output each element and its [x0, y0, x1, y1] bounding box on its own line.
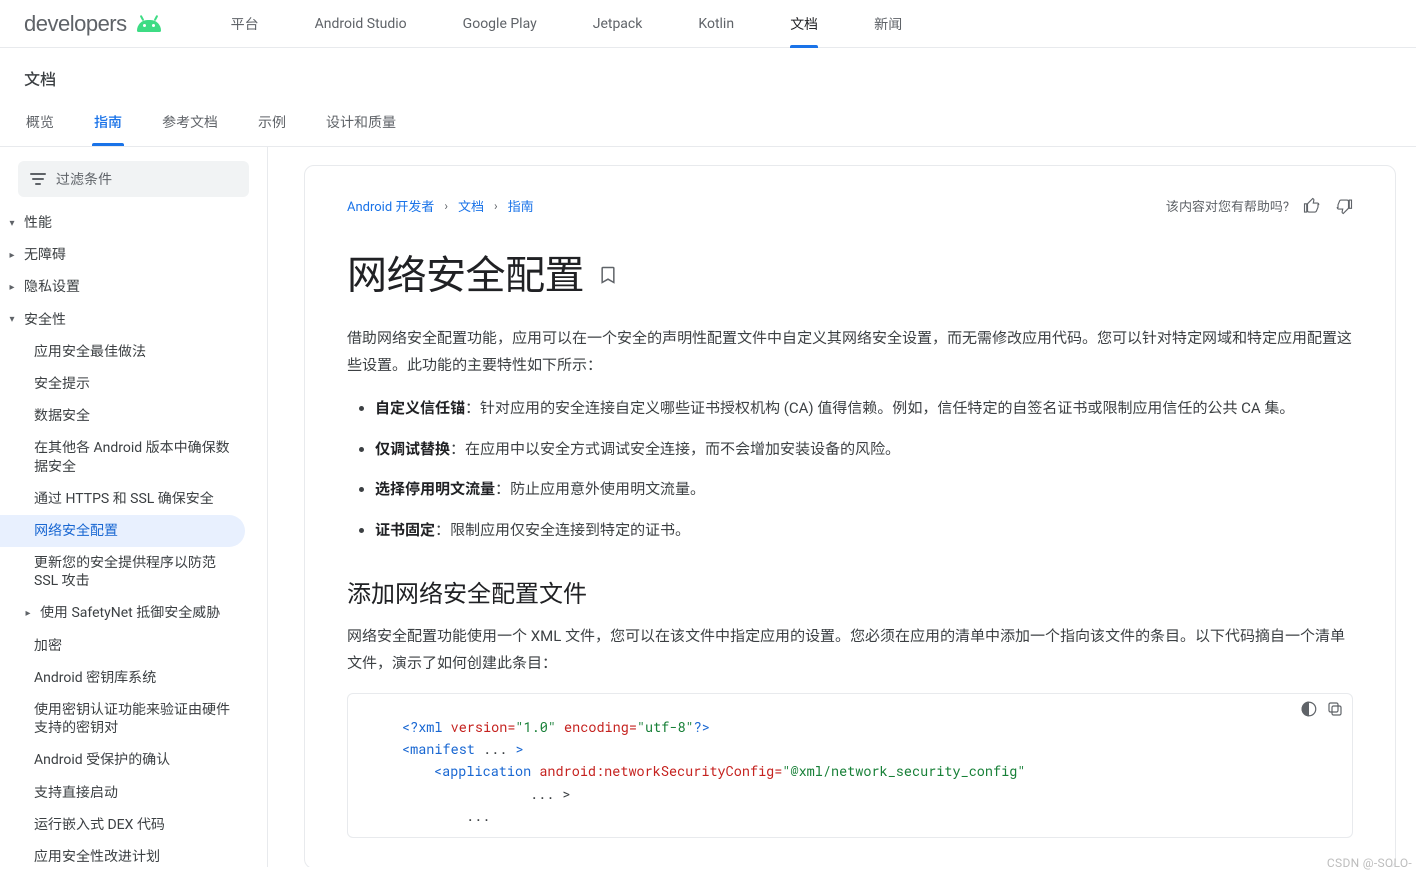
- code-line: ...: [402, 805, 1298, 827]
- sidebar-item[interactable]: 数据安全: [0, 400, 245, 432]
- feature-list: 自定义信任锚：针对应用的安全连接自定义哪些证书授权机构 (CA) 值得信赖。例如…: [347, 394, 1353, 544]
- topnav-item[interactable]: Jetpack: [565, 0, 671, 48]
- sidebar-item-label: 性能: [24, 214, 52, 232]
- topnav-item[interactable]: 新闻: [846, 0, 930, 48]
- code-line: <application android:networkSecurityConf…: [402, 760, 1298, 782]
- subtab[interactable]: 设计和质量: [324, 100, 398, 146]
- sidebar-item[interactable]: 支持直接启动: [0, 777, 245, 809]
- list-item: 自定义信任锚：针对应用的安全连接自定义哪些证书授权机构 (CA) 值得信赖。例如…: [375, 394, 1353, 423]
- section-paragraph: 网络安全配置功能使用一个 XML 文件，您可以在该文件中指定应用的设置。您必须在…: [347, 623, 1353, 676]
- sidebar-item[interactable]: 安全提示: [0, 368, 245, 400]
- sidebar-item[interactable]: ▾ 安全性: [0, 304, 245, 336]
- brand[interactable]: developers: [24, 11, 163, 37]
- bookmark-icon[interactable]: [598, 249, 618, 296]
- sidebar-item-label: Android 密钥库系统: [34, 669, 156, 687]
- copy-icon[interactable]: [1326, 700, 1344, 724]
- sidebar-item-label: 在其他各 Android 版本中确保数据安全: [34, 439, 231, 475]
- list-item: 仅调试替换：在应用中以安全方式调试安全连接，而不会增加安装设备的风险。: [375, 435, 1353, 464]
- sidebar-item[interactable]: ▸ 无障碍: [0, 239, 245, 271]
- breadcrumb-link[interactable]: 指南: [508, 196, 534, 215]
- sidebar: 过滤条件 ▾ 性能 ▸ 无障碍 ▸ 隐私设置 ▾ 安全性应用安全最佳做法安全提示数据安全在其他…: [0, 147, 268, 867]
- sidebar-item[interactable]: 通过 HTTPS 和 SSL 确保安全: [0, 483, 245, 515]
- chevron-right-icon: ▸: [22, 607, 34, 620]
- filter-placeholder: 过滤条件: [56, 169, 112, 189]
- chevron-right-icon: ›: [494, 199, 498, 213]
- sidebar-item[interactable]: 网络安全配置: [0, 515, 245, 547]
- sidebar-item-label: 通过 HTTPS 和 SSL 确保安全: [34, 490, 214, 508]
- chevron-right-icon: ▸: [6, 249, 18, 262]
- intro-paragraph: 借助网络安全配置功能，应用可以在一个安全的声明性配置文件中自定义其网络安全设置，…: [347, 325, 1353, 378]
- sidebar-item-label: 支持直接启动: [34, 784, 118, 802]
- sidebar-item[interactable]: 更新您的安全提供程序以防范 SSL 攻击: [0, 547, 245, 597]
- subbar-title: 文档: [24, 66, 1392, 90]
- sidebar-item-label: 隐私设置: [24, 278, 80, 296]
- sidebar-item[interactable]: 运行嵌入式 DEX 代码: [0, 809, 245, 841]
- sidebar-item-label: 安全提示: [34, 375, 90, 393]
- topnav-item[interactable]: Android Studio: [287, 0, 435, 48]
- sidebar-item-label: 网络安全配置: [34, 522, 118, 540]
- sidebar-item-label: 使用 SafetyNet 抵御安全威胁: [40, 604, 220, 622]
- list-item: 选择停用明文流量：防止应用意外使用明文流量。: [375, 475, 1353, 504]
- filter-input[interactable]: 过滤条件: [18, 161, 249, 197]
- topnav-item[interactable]: Kotlin: [670, 0, 762, 48]
- sidebar-item[interactable]: 在其他各 Android 版本中确保数据安全: [0, 432, 245, 482]
- code-block: <?xml version="1.0" encoding="utf-8"?> <…: [347, 693, 1353, 838]
- subtab[interactable]: 概览: [24, 100, 56, 146]
- breadcrumb-link[interactable]: Android 开发者: [347, 196, 434, 215]
- theme-toggle-icon[interactable]: [1300, 700, 1318, 724]
- sidebar-item[interactable]: ▸ 使用 SafetyNet 抵御安全威胁: [0, 597, 245, 629]
- chevron-right-icon: ›: [444, 199, 448, 213]
- sidebar-item[interactable]: 应用安全最佳做法: [0, 336, 245, 368]
- code-line: ... >: [402, 783, 1298, 805]
- page-title: 网络安全配置: [347, 243, 1353, 301]
- sidebar-item[interactable]: 应用安全性改进计划: [0, 841, 245, 867]
- list-item: 证书固定：限制应用仅安全连接到特定的证书。: [375, 516, 1353, 545]
- code-line: <manifest ... >: [402, 738, 1298, 760]
- sidebar-item-label: 加密: [34, 637, 62, 655]
- thumbs-up-icon[interactable]: [1303, 197, 1321, 215]
- android-icon: [135, 16, 163, 32]
- sidebar-item[interactable]: 使用密钥认证功能来验证由硬件支持的密钥对: [0, 694, 245, 744]
- content-pane: Android 开发者 › 文档 › 指南 该内容对您有帮助吗? 网络安全配置: [268, 147, 1416, 867]
- topnav-item[interactable]: 文档: [762, 0, 846, 48]
- sidebar-item[interactable]: ▸ 隐私设置: [0, 271, 245, 303]
- sidebar-item-label: 应用安全最佳做法: [34, 343, 146, 361]
- thumbs-down-icon[interactable]: [1335, 197, 1353, 215]
- sidebar-item-label: 应用安全性改进计划: [34, 848, 160, 866]
- watermark: CSDN @-SOLO-: [1327, 856, 1412, 870]
- chevron-down-icon: ▾: [6, 313, 18, 326]
- sidebar-item-label: Android 受保护的确认: [34, 751, 170, 769]
- sidebar-item[interactable]: ▾ 性能: [0, 207, 245, 239]
- section-heading: 添加网络安全配置文件: [347, 574, 1353, 609]
- sidebar-item-label: 使用密钥认证功能来验证由硬件支持的密钥对: [34, 701, 231, 737]
- sub-bar: 文档 概览指南参考文档示例设计和质量: [0, 48, 1416, 147]
- brand-text: developers: [24, 11, 127, 37]
- filter-icon: [30, 173, 46, 185]
- subtab[interactable]: 示例: [256, 100, 288, 146]
- topnav-item[interactable]: Google Play: [435, 0, 565, 48]
- sidebar-item[interactable]: Android 密钥库系统: [0, 662, 245, 694]
- subtab[interactable]: 指南: [92, 100, 124, 146]
- subtab[interactable]: 参考文档: [160, 100, 220, 146]
- sidebar-item[interactable]: Android 受保护的确认: [0, 744, 245, 776]
- top-nav: developers 平台Android StudioGoogle PlayJe…: [0, 0, 1416, 48]
- sidebar-item-label: 更新您的安全提供程序以防范 SSL 攻击: [34, 554, 231, 590]
- sidebar-item-label: 数据安全: [34, 407, 90, 425]
- sidebar-item[interactable]: 加密: [0, 630, 245, 662]
- chevron-down-icon: ▾: [6, 217, 18, 230]
- breadcrumb: Android 开发者 › 文档 › 指南: [347, 196, 534, 215]
- helpful-prompt: 该内容对您有帮助吗?: [1166, 196, 1289, 215]
- topnav-item[interactable]: 平台: [203, 0, 287, 48]
- breadcrumb-link[interactable]: 文档: [458, 196, 484, 215]
- sidebar-item-label: 安全性: [24, 311, 66, 329]
- helpful-widget: 该内容对您有帮助吗?: [1166, 196, 1353, 215]
- sidebar-item-label: 运行嵌入式 DEX 代码: [34, 816, 165, 834]
- code-line: <?xml version="1.0" encoding="utf-8"?>: [402, 716, 1298, 738]
- sidebar-item-label: 无障碍: [24, 246, 66, 264]
- chevron-right-icon: ▸: [6, 281, 18, 294]
